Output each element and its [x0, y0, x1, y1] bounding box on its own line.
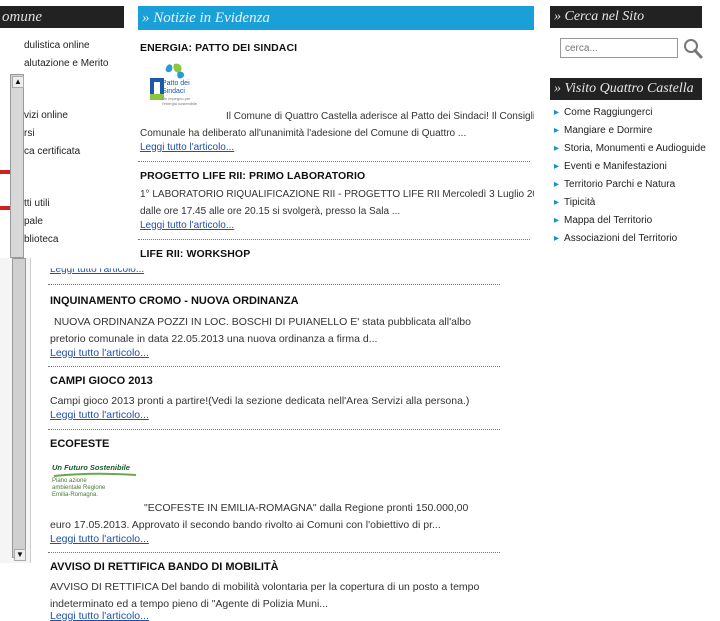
right-sidebar: » Cerca nel Sito » Visito Quattro Castel…	[548, 0, 720, 258]
article-title[interactable]: PROGETTO LIFE RII: PRIMO LABORATORIO	[140, 170, 365, 182]
search-input[interactable]	[560, 38, 678, 58]
article-title[interactable]: LIFE RII: WORKSHOP	[140, 248, 250, 258]
visit-link[interactable]: Tipicità	[554, 194, 706, 212]
article-title[interactable]: ECOFESTE	[50, 438, 109, 450]
divider	[48, 284, 500, 285]
left-link[interactable]: dulistica online	[24, 40, 90, 51]
news-list-continued: Leggi tutto l'articolo... INQUINAMENTO C…	[48, 258, 508, 621]
left-scrollbar[interactable]: ▲	[10, 74, 24, 258]
visit-link[interactable]: Mangiare e Dormire	[554, 122, 706, 140]
visit-link[interactable]: Mappa del Territorio	[554, 212, 706, 230]
visit-list: Come Raggiungerci Mangiare e Dormire Sto…	[554, 104, 706, 248]
divider	[48, 552, 500, 553]
article-body-line: NUOVA ORDINANZA POZZI IN LOC. BOSCHI DI …	[54, 316, 471, 328]
read-more-link[interactable]: Leggi tutto l'articolo...	[140, 220, 234, 231]
divider	[48, 366, 500, 367]
read-more-link[interactable]: Leggi tutto l'articolo...	[50, 610, 149, 621]
visit-link[interactable]: Associazioni del Territorio	[554, 230, 706, 248]
visit-link[interactable]: Eventi e Manifestazioni	[554, 158, 706, 176]
article-title[interactable]: CAMPI GIOCO 2013	[50, 375, 153, 387]
read-more-link[interactable]: Leggi tutto l'articolo...	[50, 533, 149, 545]
divider	[48, 429, 500, 430]
read-more-link[interactable]: Leggi tutto l'articolo...	[50, 347, 149, 359]
article-title[interactable]: ENERGIA: PATTO DEI SINDACI	[140, 42, 297, 54]
news-header: » Notizie in Evidenza	[138, 6, 534, 30]
left-sidebar-header: omune	[0, 6, 124, 28]
left-link[interactable]: ca certificata	[24, 146, 80, 157]
divider	[138, 239, 530, 240]
article-body-line: dalle ore 17.45 alle ore 20.15 si svolge…	[140, 206, 401, 217]
red-marker	[0, 170, 10, 174]
article-body-line: euro 17.05.2013. Approvato il secondo ba…	[50, 519, 441, 531]
article-title[interactable]: INQUINAMENTO CROMO - NUOVA ORDINANZA	[50, 295, 299, 307]
article-body-line: AVVISO DI RETTIFICA Del bando di mobilit…	[50, 581, 480, 593]
news-column: » Notizie in Evidenza ENERGIA: PATTO DEI…	[138, 0, 534, 258]
search-icon[interactable]	[682, 36, 704, 60]
left-link[interactable]: rsi	[24, 128, 35, 139]
read-more-link[interactable]: Leggi tutto l'articolo...	[50, 409, 149, 421]
article-body-line: "ECOFESTE IN EMILIA-ROMAGNA" dalla Regio…	[144, 502, 469, 514]
left-scrollbar-track[interactable]: ▼	[12, 258, 26, 561]
article-body-line: Campi gioco 2013 pronti a partire!(Vedi …	[50, 395, 470, 407]
top-screenshot-layer: omune dulistica online alutazione e Meri…	[0, 0, 720, 258]
visit-link[interactable]: Storia, Monumenti e Audioguide	[554, 140, 706, 158]
article-title[interactable]: AVVISO DI RETTIFICA BANDO DI MOBILITÀ	[50, 561, 279, 573]
red-marker	[0, 206, 10, 210]
divider	[138, 161, 530, 162]
bottom-screenshot-layer: ▼ Leggi tutto l'articolo... INQUINAMENTO…	[0, 258, 720, 621]
scroll-up-arrow-icon[interactable]: ▲	[12, 76, 24, 88]
read-more-link[interactable]: Leggi tutto l'articolo...	[50, 268, 144, 275]
visit-link[interactable]: Come Raggiungerci	[554, 104, 706, 122]
left-link[interactable]: blioteca	[24, 234, 58, 245]
article-body-line: 1° LABORATORIO RIQUALIFICAZIONE RII - PR…	[140, 189, 534, 200]
article-body-line: Comunale ha deliberato all'unanimità l'a…	[140, 128, 467, 139]
read-more-link[interactable]: Leggi tutto l'articolo...	[140, 142, 234, 153]
patto-logo-text: Patto dei Sindaci Un impegno per l'energ…	[162, 80, 198, 106]
article-body-line: Il Comune di Quattro Castella aderisce a…	[226, 111, 534, 122]
left-sidebar: omune dulistica online alutazione e Meri…	[0, 0, 132, 258]
left-scroll-panel: ▼	[0, 258, 31, 563]
article-body-line: pretorio comunale in data 22.05.2013 una…	[50, 333, 378, 345]
scroll-down-arrow-icon[interactable]: ▼	[14, 549, 26, 561]
left-link[interactable]: vizi online	[24, 110, 68, 121]
left-link[interactable]: tti utili	[24, 198, 50, 209]
visit-link[interactable]: Territorio Parchi e Natura	[554, 176, 706, 194]
ecofeste-logo: Un Futuro Sostenibile Piano azione ambie…	[52, 463, 142, 507]
search-header: » Cerca nel Sito	[550, 6, 702, 28]
left-link[interactable]: alutazione e Merito	[24, 58, 109, 69]
visit-header: » Visito Quattro Castella	[550, 78, 702, 100]
left-link[interactable]: pale	[24, 216, 43, 227]
